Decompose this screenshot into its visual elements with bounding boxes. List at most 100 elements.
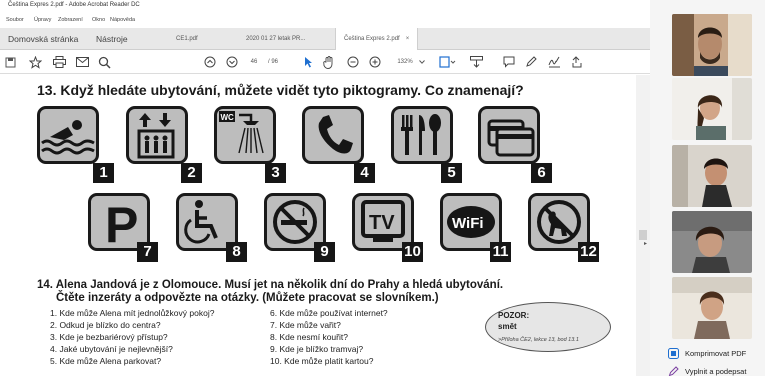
question-item: 5. Kde může Alena parkovat? [50,356,162,366]
toolbar: 46 / 96 132% [0,50,650,74]
pozor-label: POZOR: [498,311,530,320]
question-item: 1. Kde může Alena mít jednolůžkový pokoj… [50,308,215,318]
menu-view[interactable]: Zobrazení [58,17,83,23]
wc-label: WC [221,113,235,122]
participant-video-5[interactable] [672,277,752,339]
panel-toggle-icon[interactable]: ▸ [644,240,647,247]
credit-card-icon [487,119,535,157]
question-item: 6. Kde může používat internet? [270,308,388,318]
zoom-level[interactable]: 132% [394,54,416,70]
participant-video-3[interactable] [672,145,752,207]
pictogram-number: 10 [402,242,423,262]
tab-doc-letak[interactable]: 2020 01 27 letak PR... [246,28,305,50]
question-item: 8. Kde nesmí kouřit? [270,332,348,342]
email-icon[interactable] [75,54,89,70]
zoom-out-icon[interactable] [346,54,360,70]
tv-label: TV [369,212,395,234]
sign-icon[interactable] [547,54,561,70]
pozor-word: smět [498,322,517,331]
parking-icon: P [105,197,138,248]
hand-tool-icon[interactable] [322,54,336,70]
question-item: 3. Kde je bezbariérový přístup? [50,332,168,342]
pictogram-number: 1 [93,163,114,183]
participant-video-1[interactable] [672,14,752,76]
wifi-label: WiFi [452,215,484,232]
question-item: 4. Jaké ubytování je nejlevnější? [50,344,173,354]
page-up-icon[interactable] [203,54,217,70]
pictogram-phone [302,106,364,164]
questions-right: 6. Kde může používat internet? 7. Kde mů… [270,307,388,367]
vertical-scrollbar[interactable] [636,75,650,376]
no-dogs-icon [537,200,581,244]
pictogram-restaurant [391,106,453,164]
save-icon[interactable] [4,54,16,70]
exercise-13-title: 13. Když hledáte ubytování, můžete vidět… [37,82,524,98]
share-icon[interactable] [570,54,584,70]
pictogram-elevator [126,106,188,164]
window-title: Čeština Expres 2.pdf - Adobe Acrobat Rea… [8,2,140,8]
tab-tools[interactable]: Nástroje [96,28,128,50]
window-title-bar: Čeština Expres 2.pdf - Adobe Acrobat Rea… [0,0,650,14]
fill-and-sign-label: Vyplnit a podepsat [685,367,747,376]
print-icon[interactable] [52,54,66,70]
tab-close-icon[interactable]: × [406,36,410,42]
tab-doc-active-label: Čeština Expres 2.pdf [344,36,400,42]
pozor-reference: >Příloha ČE2, lekce 13, bod 13.1 [498,337,579,343]
compress-icon [668,348,679,359]
question-item: 7. Kde může vařit? [270,320,341,330]
pictogram-number: 12 [578,242,599,262]
tab-doc-active[interactable]: Čeština Expres 2.pdf × [335,28,419,50]
shower-icon: WC [219,111,264,154]
exercise-14-title: 14. Alena Jandová je z Olomouce. Musí je… [37,279,503,305]
pen-icon[interactable] [524,54,538,70]
zoom-in-icon[interactable] [368,54,382,70]
wheelchair-icon [184,200,218,244]
pictogram-credit-card [478,106,540,164]
bookmark-star-icon[interactable] [28,54,42,70]
select-cursor-icon[interactable] [302,54,314,70]
zoom-dropdown-chevron-icon[interactable] [418,54,426,70]
pictogram-number: 11 [490,242,511,262]
pictogram-number: 9 [314,242,335,262]
comment-icon[interactable] [502,54,516,70]
pictogram-shower: WC [214,106,276,164]
question-item: 10. Kde může platit kartou? [270,356,374,366]
page-down-icon[interactable] [225,54,239,70]
compress-pdf-button[interactable]: Komprimovat PDF [668,348,746,359]
participant-video-2[interactable] [672,78,752,140]
phone-icon [318,115,353,154]
tab-doc-ce1[interactable]: CE1.pdf [176,28,198,50]
wifi-icon: WiFi [447,206,495,238]
compress-pdf-label: Komprimovat PDF [685,349,747,358]
fill-sign-pen-icon [668,366,679,376]
menu-edit[interactable]: Úpravy [34,17,51,23]
menu-help[interactable]: Nápověda [110,17,135,23]
pictogram-number: 2 [181,163,202,183]
pictogram-number: 6 [531,163,552,183]
elevator-icon [137,113,175,159]
pictogram-number: 5 [441,163,462,183]
menu-bar: Soubor Úpravy Zobrazení Okno Nápověda [0,14,650,28]
fit-page-icon[interactable] [438,54,456,70]
page-number-input[interactable]: 46 [246,54,262,70]
question-item: 2. Odkud je blízko do centra? [50,320,161,330]
scroll-mode-icon[interactable] [468,54,484,70]
tab-home[interactable]: Domovská stránka [8,28,78,50]
menu-file[interactable]: Soubor [6,17,24,23]
fill-and-sign-button[interactable]: Vyplnit a podepsat [668,366,746,376]
pictogram-number: 3 [265,163,286,183]
participant-video-4[interactable] [672,211,752,273]
page-total: / 96 [267,59,278,65]
questions-left: 1. Kde může Alena mít jednolůžkový pokoj… [50,307,214,367]
pictogram-number: 8 [226,242,247,262]
menu-window[interactable]: Okno [92,17,105,23]
restaurant-icon [401,114,441,155]
question-item: 9. Kde je blížko tramvaj? [270,344,364,354]
swimming-icon [41,120,95,155]
tab-bar: Domovská stránka Nástroje CE1.pdf 2020 0… [0,28,650,50]
scrollbar-thumb[interactable] [639,230,647,240]
search-icon[interactable] [97,54,111,70]
pictogram-number: 4 [354,163,375,183]
pictogram-swimming [37,106,99,164]
pictogram-number: 7 [137,242,158,262]
